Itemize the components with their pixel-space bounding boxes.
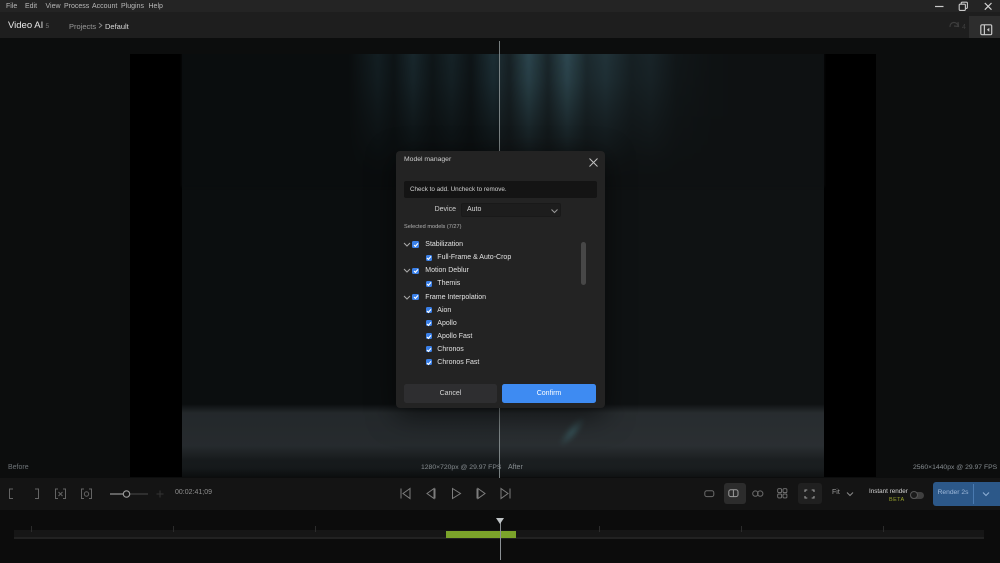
svg-text:4: 4 xyxy=(962,24,966,31)
